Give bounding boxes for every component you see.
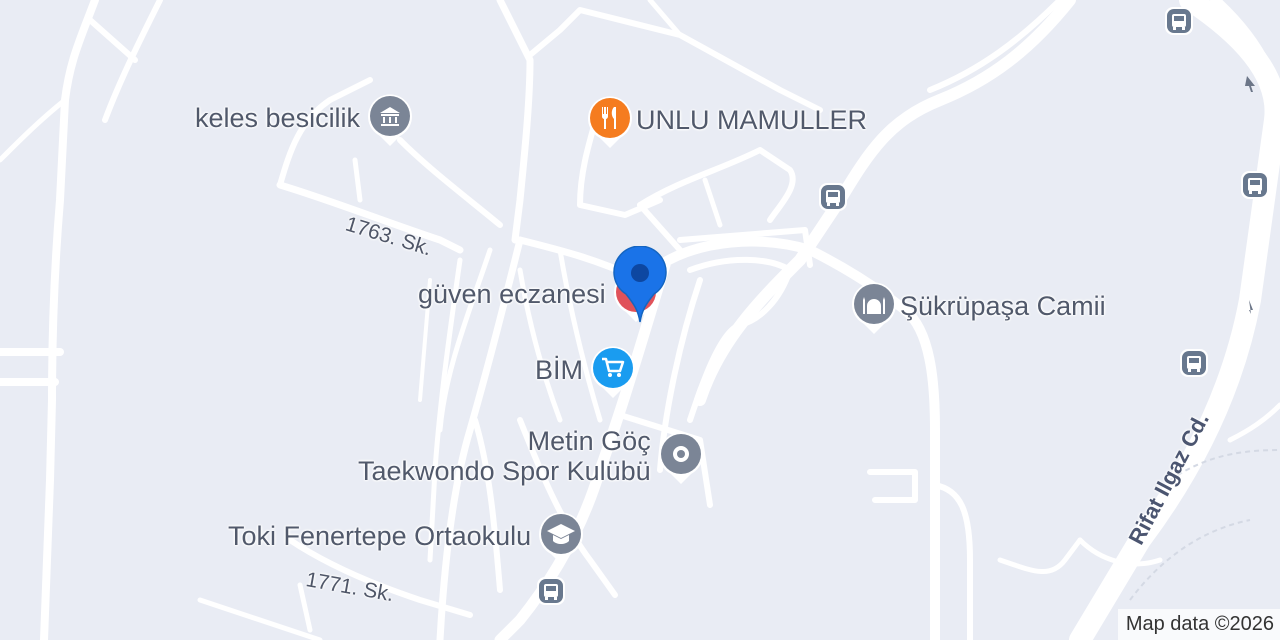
bus-icon[interactable] bbox=[1164, 6, 1194, 36]
bus-icon[interactable] bbox=[1240, 170, 1270, 200]
bus-icon[interactable] bbox=[1179, 348, 1209, 378]
poi-label-line1: Metin Göç bbox=[527, 426, 651, 456]
mosque-icon bbox=[850, 280, 896, 334]
place-icon bbox=[657, 430, 703, 484]
poi-bim[interactable]: BİM bbox=[535, 344, 636, 398]
poi-metin-goc-taekwondo[interactable]: Metin Göç Taekwondo Spor Kulübü bbox=[358, 426, 703, 486]
building-icon bbox=[366, 92, 413, 146]
school-icon bbox=[537, 510, 584, 564]
poi-label: UNLU MAMULLER bbox=[636, 105, 868, 135]
poi-label: Toki Fenertepe Ortaokulu bbox=[228, 521, 532, 551]
poi-unlu-mamuller[interactable]: UNLU MAMULLER bbox=[586, 94, 868, 148]
one-way-arrow bbox=[1245, 76, 1255, 92]
bus-icon[interactable] bbox=[818, 182, 848, 212]
map-attribution: Map data ©2026 bbox=[1117, 609, 1280, 640]
map-canvas[interactable]: 1763. Sk. 1771. Sk. Rifat Ilgaz Cd. kele… bbox=[0, 0, 1280, 640]
poi-toki-fenertepe-ortaokulu[interactable]: Toki Fenertepe Ortaokulu bbox=[228, 510, 584, 564]
poi-label: BİM bbox=[535, 355, 584, 385]
poi-sukrupasa-camii[interactable]: Şükrüpaşa Camii bbox=[850, 280, 1106, 334]
poi-label: Şükrüpaşa Camii bbox=[900, 291, 1106, 321]
bus-icon[interactable] bbox=[536, 576, 566, 606]
poi-label: güven eczanesi bbox=[418, 279, 606, 309]
poi-label: Metin Göç Taekwondo Spor Kulübü bbox=[358, 426, 651, 486]
poi-label-line2: Taekwondo Spor Kulübü bbox=[358, 456, 651, 486]
fork-knife-icon bbox=[586, 94, 632, 148]
poi-keles-besicilik[interactable]: keles besicilik bbox=[195, 92, 413, 146]
poi-label: keles besicilik bbox=[195, 103, 361, 133]
location-pin-icon[interactable] bbox=[612, 245, 668, 324]
shopping-cart-icon bbox=[589, 344, 636, 398]
